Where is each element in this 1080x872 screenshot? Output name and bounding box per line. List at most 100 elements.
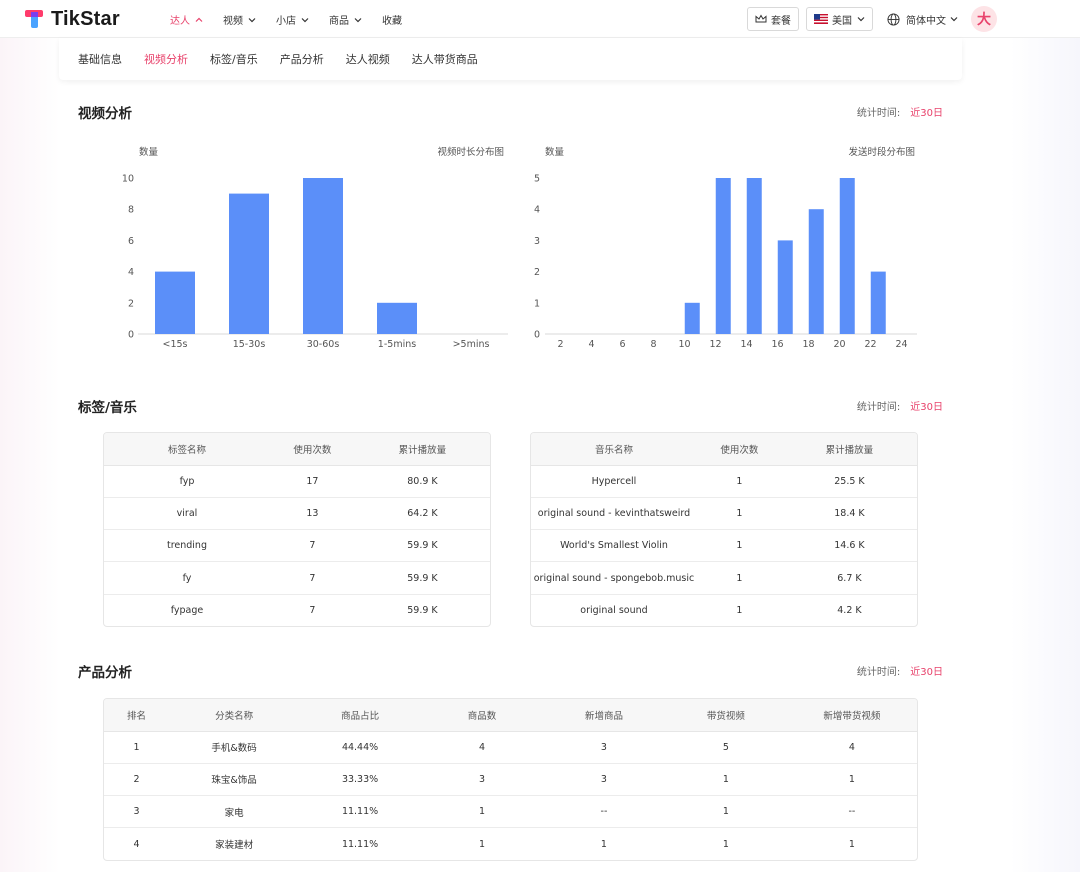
product-row: 2 珠宝&饰品 33.33% 3 3 1 1 bbox=[104, 763, 917, 797]
y-tick-label: 5 bbox=[534, 174, 540, 185]
x-tick-label: 12 bbox=[709, 339, 721, 350]
tikstar-logo[interactable]: TikStar bbox=[25, 8, 120, 30]
table-cell: original sound - spongebob.music bbox=[531, 561, 697, 595]
table-cell: 1 bbox=[848, 838, 855, 850]
nav-item-favorites[interactable]: 收藏 bbox=[382, 12, 402, 27]
column-header: 排名 bbox=[104, 699, 170, 732]
column-header: 商品占比 bbox=[299, 699, 422, 732]
music-row: original sound - kevinthatsweird 1 18.4 K bbox=[531, 497, 917, 531]
stat-range[interactable]: 近30日 bbox=[910, 108, 943, 119]
table-cell: fypage bbox=[170, 605, 204, 617]
x-tick-label: 8 bbox=[650, 339, 656, 350]
nav-item-label: 收藏 bbox=[382, 16, 402, 27]
table-cell: 59.9 K bbox=[354, 561, 490, 595]
tab-tags-music[interactable]: 标签/音乐 bbox=[210, 51, 258, 67]
plan-button[interactable]: 套餐 bbox=[747, 7, 799, 31]
bar bbox=[808, 209, 824, 334]
avatar[interactable]: 大 bbox=[971, 6, 997, 32]
nav-item-creators[interactable]: 达人 bbox=[170, 12, 203, 27]
x-tick-label: 18 bbox=[802, 339, 814, 350]
nav-item-videos[interactable]: 视频 bbox=[223, 12, 256, 27]
table-cell: 25.5 K bbox=[781, 465, 917, 498]
bar bbox=[377, 302, 417, 334]
chevron-down-icon bbox=[354, 17, 362, 22]
nav-item-shops[interactable]: 小店 bbox=[276, 12, 309, 27]
stat-range[interactable]: 近30日 bbox=[910, 667, 943, 678]
profile-subtabs: 基础信息 视频分析 标签/音乐 产品分析 达人视频 达人带货商品 bbox=[59, 38, 962, 80]
table-cell: 1 bbox=[736, 605, 743, 617]
table-cell: 14.6 K bbox=[781, 529, 917, 563]
table-cell: 1 bbox=[696, 529, 782, 563]
bar bbox=[303, 178, 343, 334]
tikstar-logo-icon bbox=[25, 9, 45, 29]
table-cell: 18.4 K bbox=[781, 497, 917, 531]
chevron-down-icon bbox=[248, 17, 256, 22]
table-cell: 33.33% bbox=[299, 763, 422, 797]
y-tick-label: 10 bbox=[122, 174, 134, 185]
column-header: 带货视频 bbox=[664, 699, 787, 732]
table-cell: 1 bbox=[421, 795, 543, 829]
x-tick-label: 22 bbox=[864, 339, 876, 350]
product-category-table: 排名 分类名称 商品占比 商品数 新增商品 带货视频 新增带货视频 1 手机&数码 44.44%… bbox=[103, 698, 918, 862]
nav-item-products[interactable]: 商品 bbox=[329, 12, 362, 27]
language-select[interactable]: 简体中文 bbox=[887, 12, 958, 27]
table-cell: 4 bbox=[421, 731, 543, 764]
x-tick-label: 20 bbox=[833, 339, 845, 350]
tab-creator-products[interactable]: 达人带货商品 bbox=[412, 51, 478, 67]
column-header: 使用次数 bbox=[269, 433, 355, 466]
x-tick-label: 10 bbox=[678, 339, 690, 350]
product-stat-period: 统计时间: 近30日 bbox=[857, 663, 943, 678]
bar bbox=[839, 178, 855, 334]
table-cell: 1 bbox=[696, 561, 782, 595]
column-header: 新增带货视频 bbox=[786, 699, 917, 732]
table-cell: 1 bbox=[696, 465, 782, 498]
table-cell: 4 bbox=[133, 838, 140, 850]
product-row: 1 手机&数码 44.44% 4 3 5 4 bbox=[104, 731, 917, 764]
bar bbox=[870, 271, 886, 334]
table-cell: 3 bbox=[542, 731, 665, 764]
nav-item-label: 商品 bbox=[329, 16, 349, 27]
x-tick-label: 14 bbox=[740, 339, 752, 350]
table-cell: original sound bbox=[580, 605, 648, 617]
nav-item-label: 视频 bbox=[223, 16, 243, 27]
table-cell: 6.7 K bbox=[781, 561, 917, 595]
music-row: Hypercell 1 25.5 K bbox=[531, 465, 917, 498]
nav-item-label: 小店 bbox=[276, 16, 296, 27]
tags-table: 标签名称 使用次数 累计播放量 fyp 17 80.9 Kviral 13 64.2 Ktr… bbox=[103, 432, 491, 628]
tab-video-analysis[interactable]: 视频分析 bbox=[144, 51, 188, 67]
tag-row: fyp 17 80.9 K bbox=[104, 465, 490, 498]
column-header: 分类名称 bbox=[169, 699, 300, 732]
tab-creator-videos[interactable]: 达人视频 bbox=[346, 51, 390, 67]
y-tick-label: 3 bbox=[534, 236, 540, 247]
language-label: 简体中文 bbox=[906, 15, 946, 27]
y-axis-label: 数量 bbox=[545, 146, 565, 158]
x-tick-label: 15-30s bbox=[233, 339, 266, 350]
stat-label: 统计时间: bbox=[856, 108, 901, 119]
table-cell: 11.11% bbox=[341, 838, 379, 850]
tag-row: trending 7 59.9 K bbox=[104, 529, 490, 563]
table-cell: 11.11% bbox=[299, 795, 422, 829]
video-stat-period: 统计时间: 近30日 bbox=[857, 104, 943, 119]
x-tick-label: 30-60s bbox=[307, 339, 340, 350]
region-select[interactable]: 美国 bbox=[806, 7, 873, 31]
music-row: original sound 1 4.2 K bbox=[531, 594, 917, 626]
stat-range[interactable]: 近30日 bbox=[910, 402, 943, 413]
region-label: 美国 bbox=[832, 15, 852, 27]
tab-basic-info[interactable]: 基础信息 bbox=[78, 51, 122, 67]
y-tick-label: 1 bbox=[534, 298, 540, 309]
column-header: 新增商品 bbox=[542, 699, 665, 732]
tags-music-title: 标签/音乐 bbox=[78, 400, 137, 416]
table-cell: fyp bbox=[104, 465, 270, 498]
tag-row: viral 13 64.2 K bbox=[104, 497, 490, 531]
y-tick-label: 6 bbox=[128, 236, 134, 247]
column-header: 音乐名称 bbox=[531, 433, 697, 466]
table-cell: 1 bbox=[478, 838, 486, 850]
nav-item-label: 达人 bbox=[170, 16, 190, 27]
music-table: 音乐名称 使用次数 累计播放量 Hypercell 1 25.5 Koriginal s… bbox=[530, 432, 918, 628]
tab-product-analysis[interactable]: 产品分析 bbox=[280, 51, 324, 67]
table-cell: 4.2 K bbox=[837, 605, 862, 617]
chart-title: 视频时长分布图 bbox=[437, 146, 504, 158]
column-header: 累计播放量 bbox=[354, 433, 490, 466]
plan-label: 套餐 bbox=[771, 15, 791, 27]
table-cell: 44.44% bbox=[299, 731, 422, 764]
